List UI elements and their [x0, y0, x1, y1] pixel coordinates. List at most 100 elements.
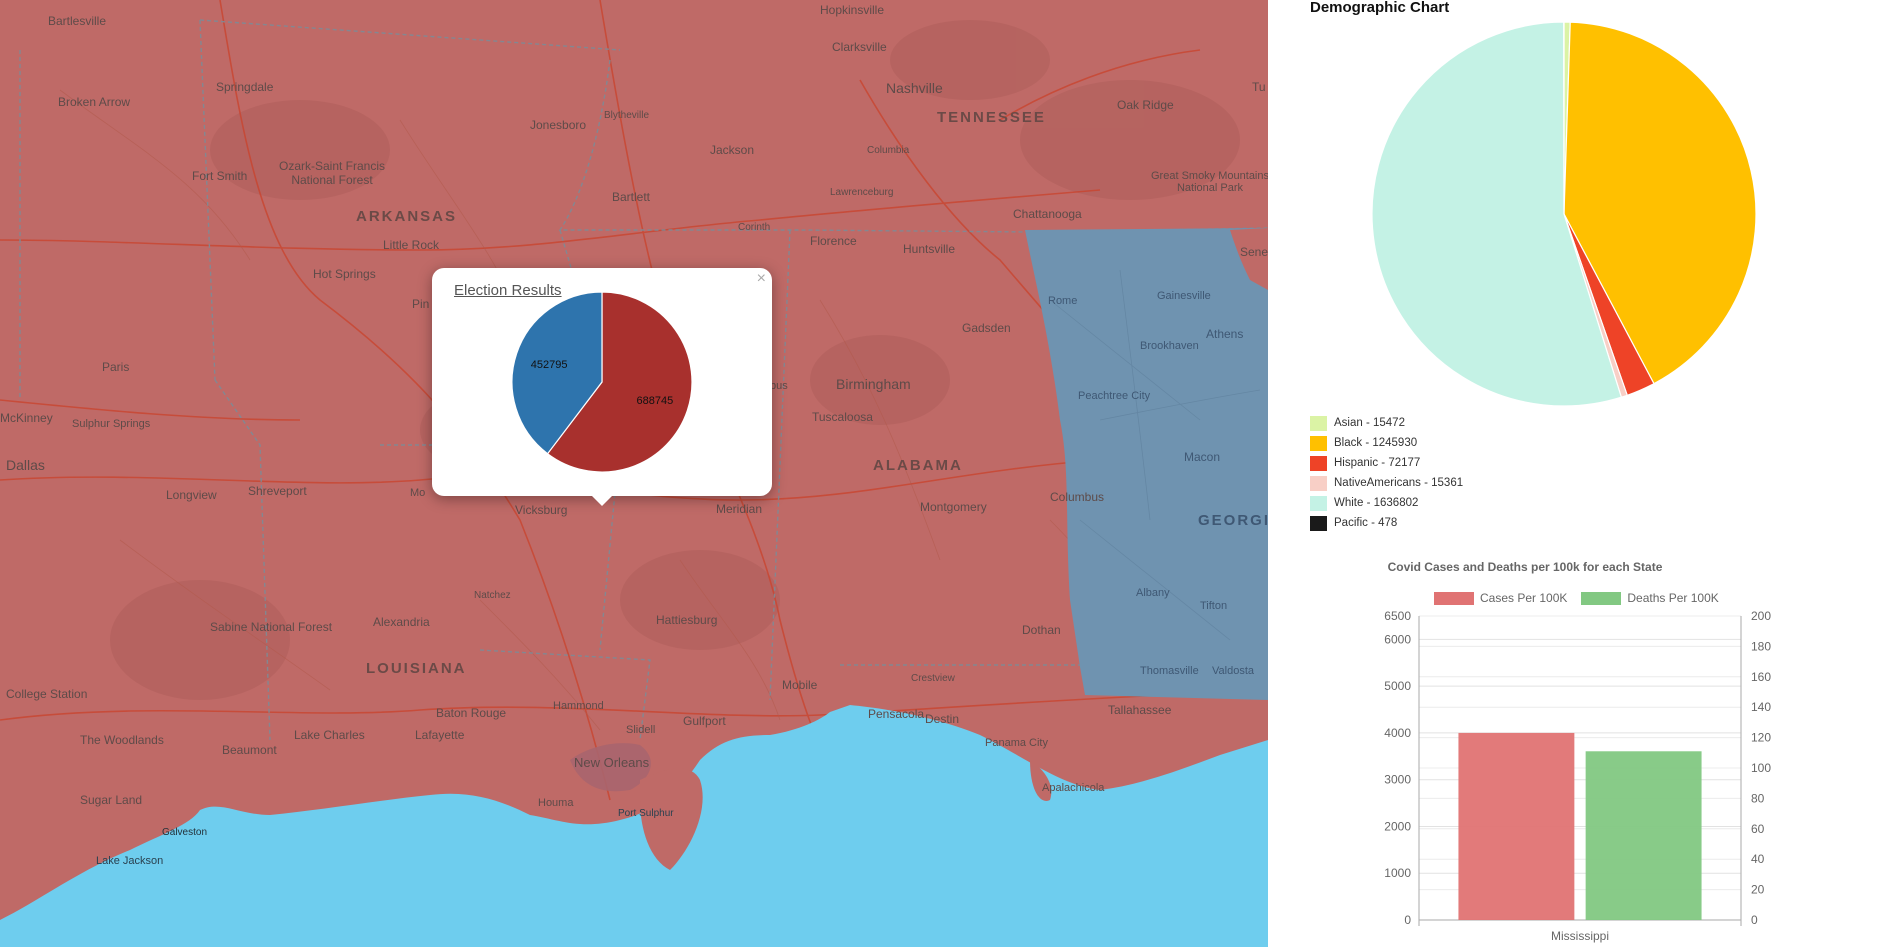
city-label: Hammond: [553, 700, 604, 712]
legend-swatch: [1310, 415, 1327, 431]
pie-slice-label: 688745: [637, 395, 674, 407]
election-results-popup: Election Results × 688745 452795: [432, 268, 772, 506]
bar-deaths-per-100k[interactable]: [1585, 751, 1702, 920]
city-label: Slidell: [626, 724, 656, 736]
city-label: Houma: [538, 797, 574, 809]
city-label: New Orleans: [574, 755, 650, 770]
city-label: Gainesville: [1157, 290, 1211, 302]
legend-item-nativeamericans[interactable]: NativeAmericans - 15361: [1310, 473, 1463, 493]
legend-item-asian[interactable]: Asian - 15472: [1310, 413, 1463, 433]
city-label: Destin: [925, 712, 960, 726]
legend-label: Pacific - 478: [1334, 517, 1398, 529]
city-label: Mo: [410, 487, 426, 499]
y-left-tick-label: 1000: [1384, 866, 1411, 880]
city-label: Clarksville: [832, 40, 887, 54]
city-label: Longview: [166, 488, 217, 502]
y-left-tick-label: 4000: [1384, 726, 1411, 740]
city-label: Birmingham: [836, 376, 911, 392]
y-left-tick-label: 6500: [1384, 609, 1411, 623]
city-label: Tuscaloosa: [812, 410, 873, 424]
x-tick-label: Mississippi: [1551, 929, 1609, 943]
city-label: Montgomery: [920, 500, 987, 514]
city-label: Paris: [102, 360, 130, 374]
city-label: Macon: [1184, 450, 1221, 464]
city-label: Jonesboro: [530, 118, 587, 132]
city-label: College Station: [6, 687, 88, 701]
demographic-pie-chart: [1371, 21, 1757, 407]
popup-close-icon[interactable]: ×: [757, 270, 766, 288]
legend-label: Black - 1245930: [1334, 437, 1418, 449]
city-label: Pensacola: [868, 707, 925, 721]
city-label: Hot Springs: [313, 267, 376, 281]
city-label: Brookhaven: [1140, 340, 1199, 352]
legend-swatch: [1310, 435, 1327, 451]
city-label: Sabine National Forest: [210, 620, 333, 634]
city-label: Bartlett: [612, 190, 651, 204]
city-label: Tu: [1252, 80, 1266, 94]
city-label: Great Smoky Mountains National Park: [1151, 170, 1268, 194]
city-label: Apalachicola: [1042, 782, 1105, 794]
city-label: Tifton: [1200, 600, 1228, 612]
city-label: Port Sulphur: [618, 808, 674, 819]
city-label: Bartlesville: [48, 14, 107, 28]
city-label: Huntsville: [903, 242, 956, 256]
bar-cases-per-100k[interactable]: [1458, 732, 1575, 920]
city-label: Chattanooga: [1013, 207, 1082, 221]
y-right-tick-label: 200: [1751, 609, 1771, 623]
demographic-chart-title: Demographic Chart: [1310, 0, 1450, 16]
pie-slice-label: 452795: [531, 359, 568, 371]
city-label: Valdosta: [1212, 665, 1254, 677]
city-label: The Woodlands: [80, 733, 164, 747]
city-label: Dothan: [1022, 623, 1061, 637]
covid-chart-title: Covid Cases and Deaths per 100k for each…: [1387, 560, 1663, 574]
city-label: Gadsden: [962, 321, 1011, 335]
city-label: Peachtree City: [1078, 390, 1151, 402]
legend-swatch: [1310, 495, 1327, 511]
y-right-tick-label: 20: [1751, 883, 1765, 897]
city-label: Natchez: [474, 590, 511, 601]
city-label: Hattiesburg: [656, 613, 718, 627]
city-label: Columbus: [1050, 490, 1105, 504]
legend-swatch: [1310, 515, 1327, 531]
city-label: Lafayette: [415, 728, 465, 742]
city-label: Nashville: [886, 80, 943, 96]
y-left-tick-label: 6000: [1384, 632, 1411, 646]
city-label: bus: [770, 380, 788, 392]
city-label: Panama City: [985, 737, 1048, 749]
election-results-pie: 688745 452795: [511, 291, 693, 473]
city-label: Seneca: [1240, 245, 1268, 259]
city-label: Ozark-Saint Francis National Forest: [278, 159, 386, 187]
legend-item-pacific[interactable]: Pacific - 478: [1310, 513, 1463, 533]
y-right-tick-label: 0: [1751, 913, 1758, 927]
state-label-arkansas: ARKANSAS: [356, 208, 458, 225]
legend-label: White - 1636802: [1334, 497, 1419, 509]
legend-item-hispanic[interactable]: Hispanic - 72177: [1310, 453, 1463, 473]
legend-swatch: [1310, 455, 1327, 471]
city-label: McKinney: [0, 411, 53, 425]
city-label: Corinth: [738, 222, 771, 233]
state-label-louisiana: LOUISIANA: [366, 660, 467, 677]
legend-item-black[interactable]: Black - 1245930: [1310, 433, 1463, 453]
y-right-tick-label: 140: [1751, 700, 1771, 714]
covid-bar-chart: 0 1000 2000 3000 4000 5000 6000 6500 0 20 40 60 80 10…: [1384, 609, 1771, 943]
state-label-tennessee: TENNESSEE: [937, 109, 1046, 126]
city-label: Vicksburg: [515, 503, 568, 517]
city-label: Oak Ridge: [1117, 98, 1174, 112]
city-label: Pin: [412, 297, 430, 311]
city-label: Dallas: [6, 457, 45, 473]
y-right-tick-label: 80: [1751, 791, 1765, 805]
city-label: Gulfport: [683, 714, 726, 728]
legend-label: NativeAmericans - 15361: [1334, 477, 1464, 489]
y-left-tick-label: 5000: [1384, 679, 1411, 693]
city-label: Lake Jackson: [96, 855, 164, 867]
city-label: Blytheville: [604, 110, 650, 121]
map-view[interactable]: ARKANSAS TENNESSEE ALABAMA LOUISIANA GEO…: [0, 0, 1268, 947]
city-label: Baton Rouge: [436, 706, 507, 720]
state-label-georgia: GEORGIA: [1198, 512, 1268, 529]
city-label: Rome: [1048, 295, 1078, 307]
legend-item-white[interactable]: White - 1636802: [1310, 493, 1463, 513]
y-right-tick-label: 120: [1751, 731, 1771, 745]
city-label: Little Rock: [383, 238, 440, 252]
y-right-tick-label: 100: [1751, 761, 1771, 775]
city-label: Jackson: [710, 143, 755, 157]
